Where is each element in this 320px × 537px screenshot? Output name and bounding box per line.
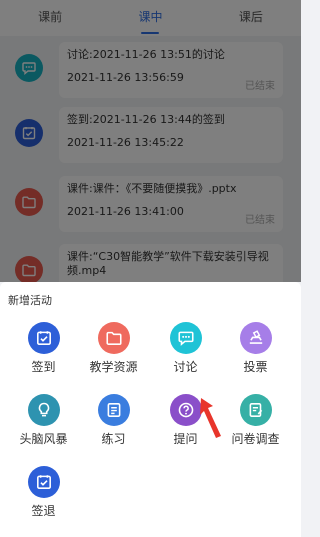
grid-item-label: 讨论 bbox=[173, 360, 198, 374]
grid-item-label: 投票 bbox=[243, 360, 268, 374]
lightbulb-icon bbox=[27, 394, 60, 426]
grid-item-label: 练习 bbox=[101, 432, 126, 446]
signout-icon bbox=[27, 466, 60, 498]
sheet-title: 新增活动 bbox=[8, 294, 52, 307]
survey-icon bbox=[239, 394, 272, 426]
question-icon bbox=[169, 394, 202, 426]
add-signout-button[interactable]: 签退 bbox=[6, 466, 81, 526]
signin-icon bbox=[27, 322, 60, 354]
exercise-icon bbox=[97, 394, 130, 426]
new-activity-sheet: 新增活动 签到 教学资源 讨论 投票 头脑风暴 练习 提问 问卷调查 签退 bbox=[0, 282, 301, 537]
grid-item-label: 问卷调查 bbox=[231, 432, 280, 446]
grid-item-label: 签退 bbox=[31, 504, 56, 518]
grid-item-label: 签到 bbox=[31, 360, 56, 374]
add-vote-button[interactable]: 投票 bbox=[218, 322, 293, 382]
add-signin-button[interactable]: 签到 bbox=[6, 322, 81, 382]
add-teaching-resource-button[interactable]: 教学资源 bbox=[76, 322, 151, 382]
pointer-arrow-icon bbox=[200, 398, 221, 438]
modal-overlay[interactable] bbox=[0, 0, 301, 282]
add-brainstorm-button[interactable]: 头脑风暴 bbox=[6, 394, 81, 454]
add-discussion-button[interactable]: 讨论 bbox=[148, 322, 223, 382]
grid-item-label: 头脑风暴 bbox=[19, 432, 68, 446]
grid-item-label: 教学资源 bbox=[89, 360, 138, 374]
vote-icon bbox=[239, 322, 272, 354]
add-exercise-button[interactable]: 练习 bbox=[76, 394, 151, 454]
discussion-icon bbox=[169, 322, 202, 354]
add-survey-button[interactable]: 问卷调查 bbox=[218, 394, 293, 454]
folder-icon bbox=[97, 322, 130, 354]
